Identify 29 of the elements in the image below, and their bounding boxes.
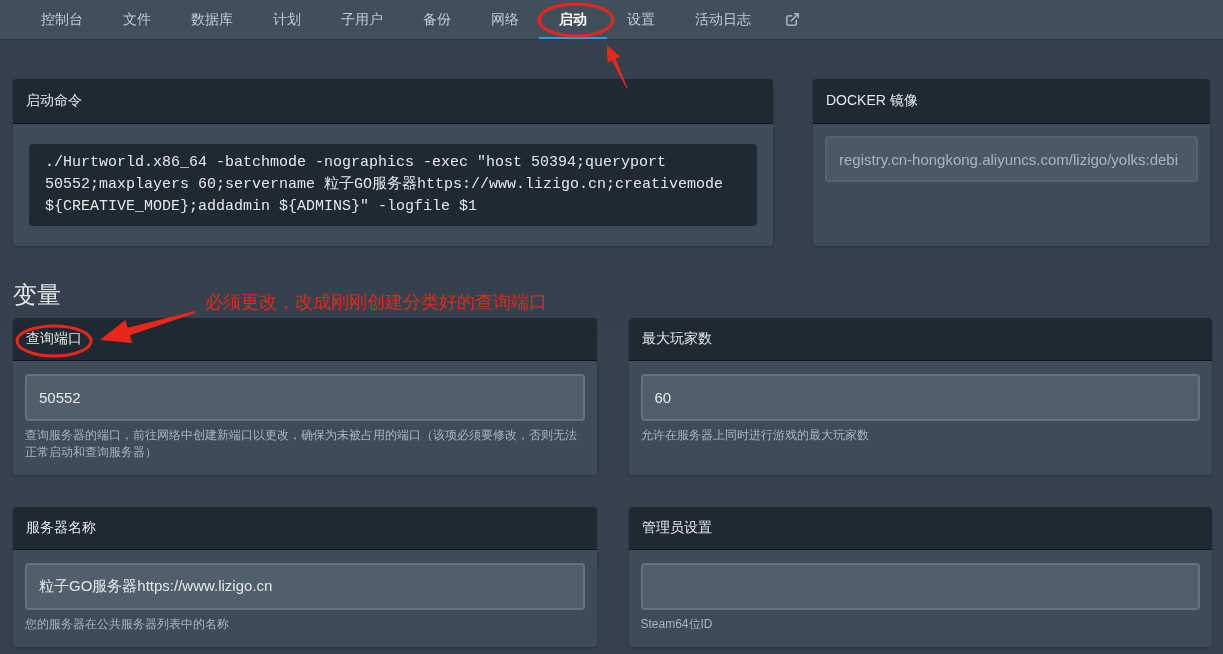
- variable-description: Steam64位ID: [640, 616, 714, 633]
- nav-tab[interactable]: 文件: [103, 0, 171, 39]
- variable-input[interactable]: 粒子GO服务器https://www.lizigo.cn: [25, 563, 585, 610]
- variable-input[interactable]: [640, 563, 1200, 610]
- variable-input[interactable]: 50552: [25, 374, 585, 421]
- nav-tab[interactable]: 备份: [403, 0, 471, 39]
- nav-tab[interactable]: 子用户: [321, 0, 403, 39]
- nav-tab[interactable]: 网络: [471, 0, 539, 39]
- variable-input[interactable]: 60: [640, 374, 1200, 421]
- variable-title: 最大玩家数: [628, 318, 1212, 361]
- variable-description: 您的服务器在公共服务器列表中的名称: [25, 616, 230, 633]
- card-title: 启动命令: [13, 79, 773, 124]
- command-code-block: ./Hurtworld.x86_64 -batchmode -nographics -exec "host 50394;queryport 50552;maxplayers 60;servername 粒子GO服务器https://www.lizigo.cn;creativemode ${CREATIVE_MODE};addadmin ${ADMINS}" -logfile $1: [29, 144, 757, 226]
- variable-title: 管理员设置: [628, 507, 1212, 550]
- nav-tab[interactable]: 设置: [607, 0, 675, 39]
- annotation-note: 必须更改，改成刚刚创建分类好的查询端口: [205, 291, 547, 314]
- arrow-annotation: [607, 45, 628, 89]
- nav-tab[interactable]: 计划: [253, 0, 321, 39]
- variable-description: 查询服务器的端口，前往网络中创建新端口以更改，确保为未被占用的端口（该项必须要修改，否则无法正常启动和查询服务器）: [25, 427, 578, 461]
- nav-tab[interactable]: 控制台: [21, 0, 103, 39]
- docker-image-field[interactable]: registry.cn-hongkong.aliyuncs.com/lizigo/yolks:debi: [825, 136, 1198, 182]
- variable-title: 查询端口: [13, 318, 597, 361]
- variable-title: 服务器名称: [13, 507, 597, 550]
- section-heading: 变量: [13, 280, 61, 310]
- nav-tab[interactable]: 数据库: [171, 0, 253, 39]
- variable-description: 允许在服务器上同时进行游戏的最大玩家数: [640, 427, 870, 444]
- nav-tab[interactable]: 活动日志: [675, 0, 771, 39]
- nav-tab[interactable]: 启动: [539, 0, 607, 39]
- card-title: DOCKER 镜像: [813, 79, 1210, 124]
